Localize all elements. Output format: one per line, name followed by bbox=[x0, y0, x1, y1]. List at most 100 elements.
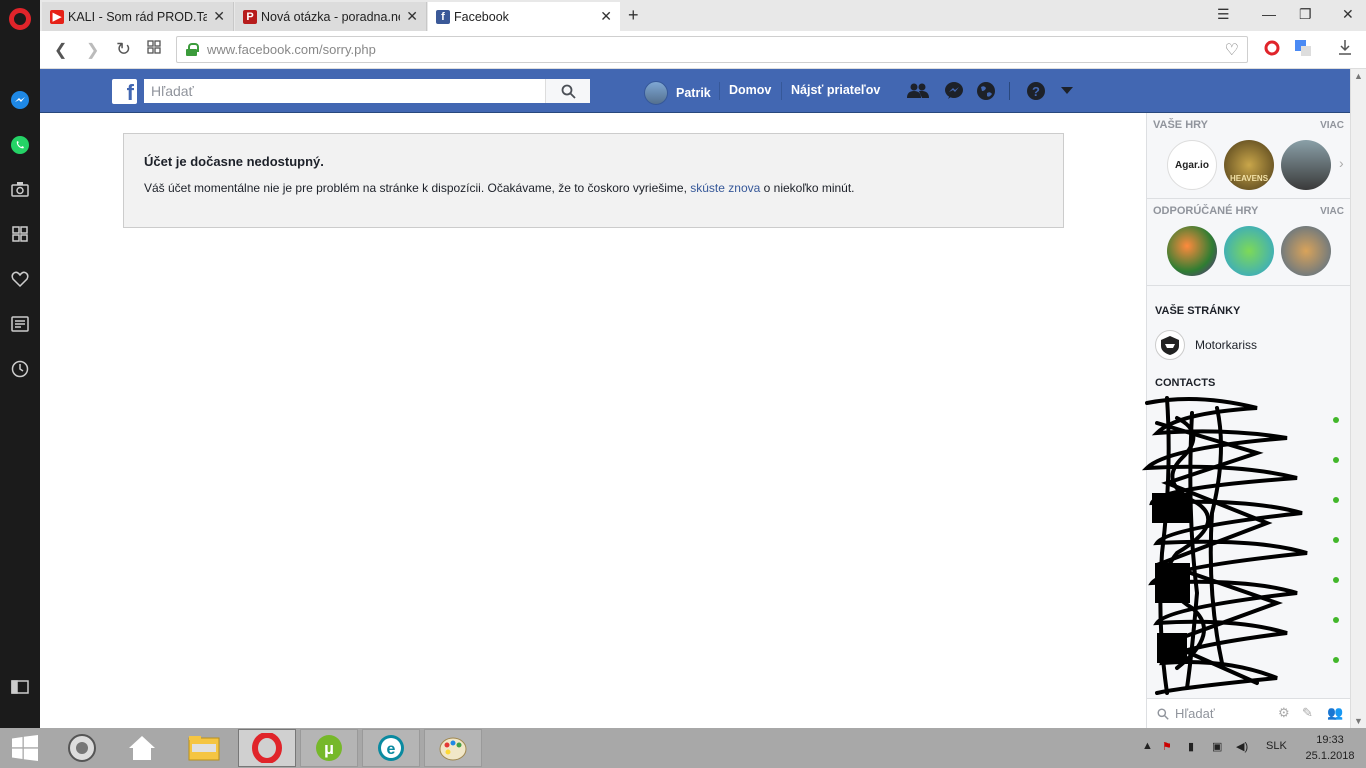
redaction-scribble bbox=[1141, 396, 1308, 695]
recommended-games-header: ODPORÚČANÉ HRY bbox=[1153, 205, 1259, 217]
tray-expand-icon[interactable]: ▲ bbox=[1142, 740, 1153, 752]
history-icon[interactable] bbox=[9, 358, 31, 380]
facebook-icon: f bbox=[436, 9, 450, 24]
online-indicator bbox=[1333, 457, 1339, 463]
online-indicator bbox=[1333, 417, 1339, 423]
download-icon[interactable] bbox=[1338, 39, 1352, 60]
account-unavailable-notice: Účet je dočasne nedostupný. Váš účet mom… bbox=[123, 133, 1064, 228]
profile-link[interactable]: Patrik bbox=[644, 81, 711, 105]
retry-link[interactable]: skúste znova bbox=[690, 181, 760, 195]
close-tab-icon[interactable]: ✕ bbox=[600, 8, 612, 25]
opera-vpn-icon[interactable] bbox=[1264, 40, 1280, 61]
game-label: Agar.io bbox=[1175, 159, 1209, 171]
home-link[interactable]: Domov bbox=[729, 83, 771, 97]
your-pages-header: VAŠE STRÁNKY bbox=[1155, 305, 1241, 317]
settings-gear-icon[interactable]: ⚙ bbox=[1278, 705, 1290, 721]
facebook-logo-icon[interactable]: f bbox=[112, 79, 137, 104]
scroll-up-icon[interactable]: ▲ bbox=[1354, 71, 1363, 81]
game-heavens[interactable]: HEAVENS bbox=[1224, 140, 1274, 190]
eset-taskbar-button[interactable]: e bbox=[362, 729, 420, 767]
eset-icon: e bbox=[378, 735, 404, 761]
network-warning-icon[interactable]: ⚑ bbox=[1162, 740, 1172, 753]
url-host: www.facebook.com bbox=[207, 42, 319, 57]
paint-palette-icon bbox=[439, 737, 467, 761]
reload-icon[interactable]: ↻ bbox=[116, 39, 131, 60]
contacts-header: CONTACTS bbox=[1155, 377, 1216, 389]
file-explorer-app[interactable] bbox=[182, 728, 226, 768]
volume-icon[interactable]: ◀) bbox=[1236, 740, 1248, 753]
divider bbox=[1147, 285, 1351, 286]
messenger-icon[interactable] bbox=[943, 80, 965, 102]
heart-icon[interactable] bbox=[9, 268, 31, 290]
maximize-icon[interactable]: ❐ bbox=[1299, 6, 1312, 23]
avatar bbox=[644, 81, 668, 105]
tab-kali[interactable]: ▶ KALI - Som rád PROD.Taifu ✕ bbox=[42, 2, 234, 31]
clock[interactable]: 19:33 25.1.2018 bbox=[1300, 732, 1360, 764]
camera-icon[interactable] bbox=[9, 178, 31, 200]
game-label: HEAVENS bbox=[1229, 173, 1269, 183]
whatsapp-icon[interactable] bbox=[9, 134, 31, 156]
url-path: /sorry.php bbox=[319, 42, 376, 57]
news-icon[interactable] bbox=[9, 313, 31, 335]
nav-divider bbox=[781, 82, 782, 100]
forward-icon[interactable]: ❯ bbox=[86, 40, 99, 60]
close-tab-icon[interactable]: ✕ bbox=[406, 8, 418, 25]
game-third[interactable] bbox=[1281, 140, 1331, 190]
find-friends-link[interactable]: Nájsť priateľov bbox=[791, 83, 880, 97]
online-indicator bbox=[1333, 537, 1339, 543]
tab-facebook[interactable]: f Facebook ✕ bbox=[428, 2, 620, 31]
fb-search-button[interactable] bbox=[545, 79, 590, 103]
nav-divider bbox=[1009, 82, 1010, 100]
scroll-down-icon[interactable]: ▼ bbox=[1354, 716, 1363, 726]
divider bbox=[1147, 198, 1351, 199]
bookmark-heart-icon[interactable]: ♡ bbox=[1225, 40, 1239, 60]
game-agario[interactable]: Agar.io bbox=[1167, 140, 1217, 190]
start-button[interactable] bbox=[8, 728, 42, 768]
settings-app[interactable] bbox=[60, 728, 104, 768]
page-motorkariss[interactable]: Motorkariss bbox=[1155, 330, 1257, 360]
new-group-icon[interactable]: 👥 bbox=[1327, 705, 1343, 721]
opera-taskbar-button[interactable] bbox=[238, 729, 296, 767]
network-icon[interactable]: ▣ bbox=[1212, 740, 1222, 753]
tab-poradna[interactable]: P Nová otázka - poradna.net ✕ bbox=[235, 2, 427, 31]
opera-logo-icon[interactable] bbox=[9, 8, 31, 30]
home-app[interactable] bbox=[120, 728, 164, 768]
tab-menu-icon[interactable]: ☰ bbox=[1217, 6, 1230, 23]
battery-icon[interactable]: ▮ bbox=[1188, 740, 1194, 753]
utorrent-taskbar-button[interactable]: µ bbox=[300, 729, 358, 767]
game-bubble[interactable] bbox=[1167, 226, 1217, 276]
help-icon[interactable]: ? bbox=[1025, 80, 1047, 102]
close-tab-icon[interactable]: ✕ bbox=[213, 8, 225, 25]
svg-text:?: ? bbox=[1032, 84, 1040, 99]
speed-dial-icon[interactable] bbox=[9, 223, 31, 245]
url-field[interactable]: www.facebook.com/sorry.php ♡ bbox=[176, 36, 1248, 63]
game-knight[interactable] bbox=[1281, 226, 1331, 276]
more-recommended-link[interactable]: VIAC bbox=[1320, 206, 1344, 217]
your-games-header: VAŠE HRY bbox=[1153, 119, 1209, 131]
tabs-grid-icon[interactable] bbox=[147, 40, 161, 59]
page-scrollbar[interactable]: ▲ ▼ bbox=[1350, 69, 1366, 728]
account-menu-arrow-icon[interactable] bbox=[1056, 80, 1078, 102]
close-window-icon[interactable]: ✕ bbox=[1342, 6, 1354, 23]
fb-search-input[interactable] bbox=[144, 79, 545, 103]
paint-taskbar-button[interactable] bbox=[424, 729, 482, 767]
back-icon[interactable]: ❮ bbox=[54, 40, 67, 60]
minimize-icon[interactable]: — bbox=[1262, 6, 1276, 22]
search-icon bbox=[561, 84, 576, 99]
chevron-right-icon[interactable]: › bbox=[1339, 155, 1344, 171]
game-candy[interactable] bbox=[1224, 226, 1274, 276]
clock-time: 19:33 bbox=[1316, 734, 1344, 746]
sidebar-toggle-icon[interactable] bbox=[9, 676, 31, 698]
new-tab-icon[interactable]: + bbox=[628, 5, 639, 26]
messenger-icon[interactable] bbox=[9, 89, 31, 111]
tab-title: Facebook bbox=[454, 9, 509, 24]
notice-text-before: Váš účet momentálne nie je pre problém n… bbox=[144, 181, 691, 195]
notifications-globe-icon[interactable] bbox=[975, 80, 997, 102]
language-indicator[interactable]: SLK bbox=[1266, 740, 1287, 752]
chat-search[interactable]: Hľadať ⚙ ✎ 👥 bbox=[1147, 698, 1351, 728]
new-message-icon[interactable]: ✎ bbox=[1302, 705, 1313, 721]
friend-requests-icon[interactable] bbox=[907, 80, 929, 102]
more-games-link[interactable]: VIAC bbox=[1320, 120, 1344, 131]
tab-title: KALI - Som rád PROD.Taifu bbox=[68, 9, 207, 24]
translate-icon[interactable] bbox=[1294, 39, 1312, 62]
